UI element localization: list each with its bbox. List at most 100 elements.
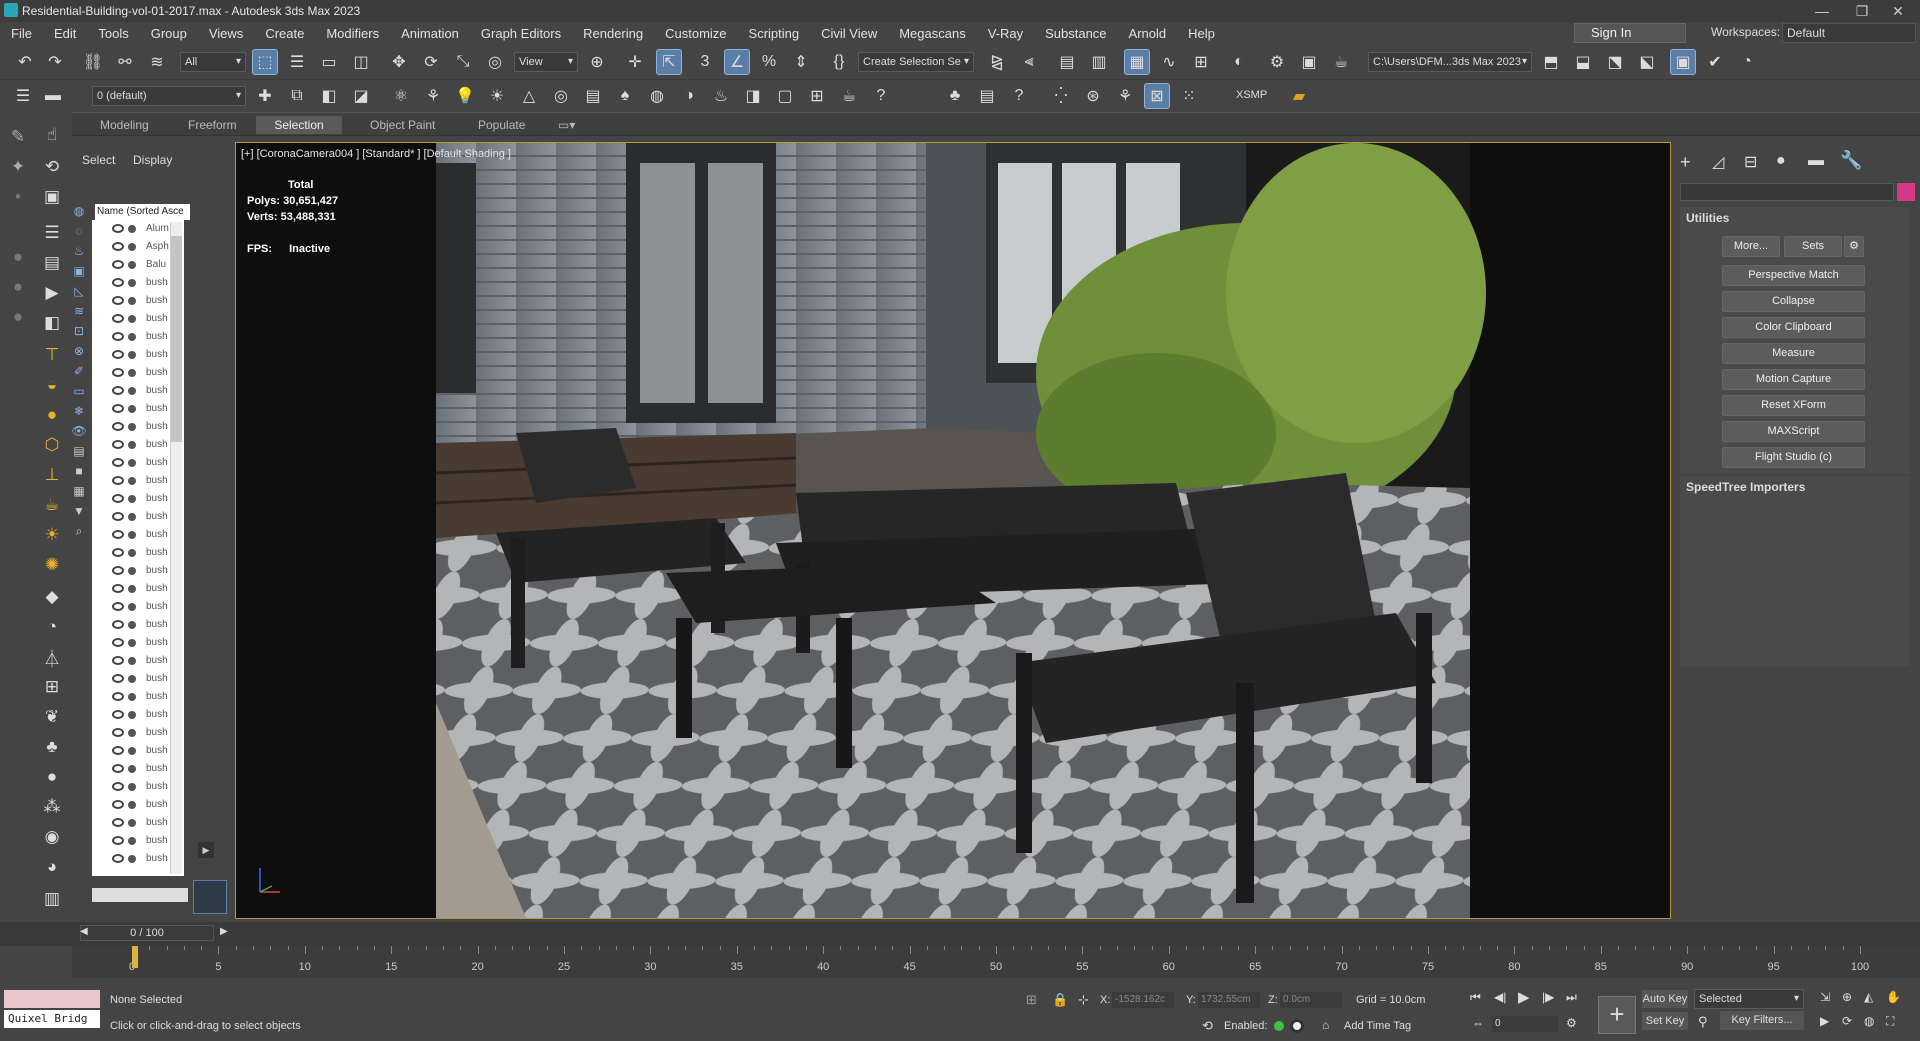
visibility-eye-icon[interactable] bbox=[112, 692, 124, 701]
filter-geometry-icon[interactable]: ◍ bbox=[68, 204, 90, 224]
tool-icon-4[interactable]: ● bbox=[4, 244, 32, 270]
visibility-eye-icon[interactable] bbox=[112, 764, 124, 773]
vray-frame-buffer-icon[interactable]: ▤ bbox=[580, 83, 606, 109]
menu-substance[interactable]: Substance bbox=[1034, 26, 1117, 41]
utilities-tab-icon[interactable]: 🔧 bbox=[1840, 150, 1862, 171]
menu-create[interactable]: Create bbox=[254, 26, 315, 41]
freeze-dot-icon[interactable] bbox=[128, 513, 136, 521]
visibility-eye-icon[interactable] bbox=[112, 512, 124, 521]
layers-icon[interactable]: ☰ bbox=[10, 83, 36, 109]
pan-view-icon[interactable]: ✋ bbox=[1886, 990, 1901, 1004]
tool-icon-6[interactable]: ● bbox=[4, 304, 32, 330]
menu-edit[interactable]: Edit bbox=[43, 26, 87, 41]
freeze-dot-icon[interactable] bbox=[128, 423, 136, 431]
x-coordinate-field[interactable]: -1528.162c bbox=[1112, 992, 1174, 1008]
visibility-eye-icon[interactable] bbox=[112, 314, 124, 323]
layer-hide-icon[interactable]: ▬ bbox=[40, 83, 66, 109]
tool-icon-2[interactable]: ✦ bbox=[4, 154, 32, 180]
display-icon[interactable]: ▤ bbox=[38, 250, 66, 276]
filter-invert-icon[interactable]: ▦ bbox=[68, 484, 90, 504]
visibility-eye-icon[interactable] bbox=[112, 332, 124, 341]
vray-asset-icon[interactable]: ⚛ bbox=[388, 83, 414, 109]
render-production-icon[interactable]: ☕ bbox=[1328, 49, 1354, 75]
pivot-center-icon[interactable]: ⊕ bbox=[584, 49, 610, 75]
hierarchy-tab-icon[interactable]: ⊟ bbox=[1744, 152, 1757, 172]
freeze-dot-icon[interactable] bbox=[128, 675, 136, 683]
rotate-view-icon[interactable]: ⟲ bbox=[38, 154, 66, 180]
menu-rendering[interactable]: Rendering bbox=[572, 26, 654, 41]
vray-bulb-icon[interactable]: ♨ bbox=[708, 83, 734, 109]
freeze-dot-icon[interactable] bbox=[128, 567, 136, 575]
freeze-dot-icon[interactable] bbox=[128, 855, 136, 863]
mirror-icon[interactable]: ⧎ bbox=[984, 49, 1010, 75]
key-filters-button[interactable]: Key Filters... bbox=[1720, 1011, 1804, 1030]
create-layer-icon[interactable]: ✚ bbox=[252, 83, 278, 109]
undo-icon[interactable]: ↶ bbox=[12, 49, 38, 75]
select-tool-icon[interactable]: ☝ bbox=[38, 122, 66, 148]
go-to-start-icon[interactable]: ⏮ bbox=[1470, 990, 1481, 1005]
go-to-end-icon[interactable]: ⏭ bbox=[1566, 990, 1577, 1005]
visibility-eye-icon[interactable] bbox=[112, 836, 124, 845]
material-editor-icon[interactable]: ◐ bbox=[1226, 49, 1252, 75]
filter-spacewarps-icon[interactable]: ≋ bbox=[68, 304, 90, 324]
enabled-indicator[interactable] bbox=[1274, 1021, 1284, 1031]
scene-explorer-icon[interactable]: ▤ bbox=[1054, 49, 1080, 75]
sphere-icon[interactable]: ● bbox=[38, 402, 66, 428]
filter-shapes-icon[interactable]: ◌ bbox=[68, 224, 90, 244]
vray-fur-icon[interactable]: ♠ bbox=[612, 83, 638, 109]
rotate-icon[interactable]: ⟳ bbox=[418, 49, 444, 75]
video-icon[interactable]: ▶ bbox=[38, 280, 66, 306]
zoom-all-icon[interactable]: ⊕ bbox=[1842, 990, 1852, 1004]
freeze-dot-icon[interactable] bbox=[128, 315, 136, 323]
filter-bones-icon[interactable]: ✐ bbox=[68, 364, 90, 384]
scene-tab-select[interactable]: Select bbox=[82, 153, 115, 167]
freeze-dot-icon[interactable] bbox=[128, 225, 136, 233]
filter-funnel-icon[interactable]: ▼ bbox=[68, 504, 90, 524]
project-icon-1[interactable]: ⬒ bbox=[1538, 49, 1564, 75]
filter-cameras-icon[interactable]: ▣ bbox=[68, 264, 90, 284]
window-crossing-icon[interactable]: ◫ bbox=[348, 49, 374, 75]
sync-icon[interactable]: ◔ bbox=[1734, 49, 1760, 75]
freeze-dot-icon[interactable] bbox=[128, 279, 136, 287]
filter-all-icon[interactable]: ▤ bbox=[68, 444, 90, 464]
field-of-view-icon[interactable]: ◭ bbox=[1864, 990, 1873, 1004]
utility-button-flight-studio-c[interactable]: Flight Studio (c) bbox=[1722, 447, 1865, 468]
snaps-toggle-icon[interactable]: 3 bbox=[692, 49, 718, 75]
freeze-dot-icon[interactable] bbox=[128, 693, 136, 701]
cluster-icon[interactable]: ⁂ bbox=[38, 794, 66, 820]
project-folder-dropdown[interactable]: C:\Users\DFM...3ds Max 2023 bbox=[1368, 52, 1532, 72]
utility-button-color-clipboard[interactable]: Color Clipboard bbox=[1722, 317, 1865, 338]
utilities-rollout-title[interactable]: Utilities bbox=[1686, 211, 1729, 225]
time-cursor[interactable] bbox=[132, 946, 138, 968]
motion-tab-icon[interactable]: ● bbox=[1776, 152, 1786, 170]
quixel-bridge-field[interactable]: Quixel Bridg bbox=[4, 1010, 100, 1028]
viewport-layout-button[interactable] bbox=[193, 880, 227, 914]
camera-rig-icon[interactable]: ◉ bbox=[38, 824, 66, 850]
visibility-eye-icon[interactable] bbox=[112, 602, 124, 611]
menu-arnold[interactable]: Arnold bbox=[1118, 26, 1178, 41]
substance-list-icon[interactable]: ▤ bbox=[974, 83, 1000, 109]
list-icon[interactable]: ☰ bbox=[38, 220, 66, 246]
close-button[interactable]: ✕ bbox=[1876, 0, 1920, 22]
visibility-eye-icon[interactable] bbox=[112, 368, 124, 377]
filter-helpers-icon[interactable]: ◺ bbox=[68, 284, 90, 304]
vray-sphere-icon[interactable]: ◍ bbox=[644, 83, 670, 109]
maximize-viewport-icon[interactable]: ⛶ bbox=[1886, 1014, 1894, 1029]
visibility-eye-icon[interactable] bbox=[112, 638, 124, 647]
previous-frame-icon[interactable]: ◀| bbox=[1494, 990, 1506, 1004]
visibility-eye-icon[interactable] bbox=[112, 584, 124, 593]
tab-freeform[interactable]: Freeform bbox=[178, 116, 247, 134]
add-time-tag[interactable]: Add Time Tag bbox=[1344, 1020, 1411, 1032]
utility-button-reset-xform[interactable]: Reset XForm bbox=[1722, 395, 1865, 416]
help-icon[interactable]: ? bbox=[868, 83, 894, 109]
visibility-eye-icon[interactable] bbox=[112, 458, 124, 467]
freeze-dot-icon[interactable] bbox=[128, 819, 136, 827]
visibility-eye-icon[interactable] bbox=[112, 746, 124, 755]
viewport-label[interactable]: [+] [CoronaCamera004 ] [Standard* ] [Def… bbox=[241, 148, 511, 160]
visibility-eye-icon[interactable] bbox=[112, 530, 124, 539]
selection-filter-dropdown[interactable]: All bbox=[180, 52, 246, 72]
set-key-big-button[interactable]: + bbox=[1598, 996, 1636, 1034]
tree-icon[interactable]: ♣ bbox=[38, 734, 66, 760]
zoom-extents-icon[interactable]: ⇲ bbox=[1820, 990, 1830, 1004]
arnold-icon-5[interactable]: ⁙ bbox=[1176, 83, 1202, 109]
